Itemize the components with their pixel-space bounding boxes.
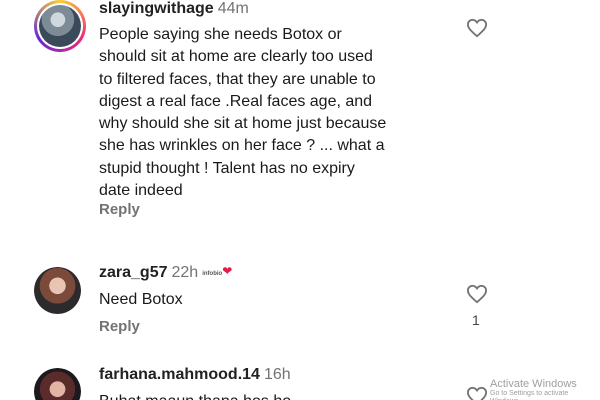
avatar[interactable] <box>34 368 81 400</box>
comment-username[interactable]: farhana.mahmood.14 16h <box>99 366 291 384</box>
heart-outline-icon[interactable] <box>466 386 488 400</box>
heart-outline-icon[interactable] <box>466 284 488 304</box>
comments-thread: slayingwithage 44m People saying she need… <box>0 0 600 400</box>
comment-text: Buhat maaun thapa hos ho <box>99 391 454 400</box>
red-heart-icon: ❤ <box>222 263 233 278</box>
activate-windows-watermark: Activate Windows Go to Settings to activ… <box>490 378 577 400</box>
comment-time: 16h <box>263 366 291 383</box>
profile-badge: infobio❤ <box>202 263 233 278</box>
comment-time: 44m <box>217 0 249 17</box>
reply-button[interactable]: Reply <box>99 318 140 335</box>
reply-button[interactable]: Reply <box>99 201 140 218</box>
comment-text: Need Botox <box>99 291 183 308</box>
avatar[interactable] <box>34 267 81 314</box>
comment-time: 22h <box>171 264 199 281</box>
avatar[interactable] <box>34 0 86 52</box>
comment-username[interactable]: zara_g57 22h infobio❤ <box>99 264 232 282</box>
like-count: 1 <box>472 312 480 328</box>
comment-text: People saying she needs Botox or should … <box>99 26 387 200</box>
comment-username[interactable]: slayingwithage 44m <box>99 0 249 18</box>
heart-outline-icon[interactable] <box>466 18 488 38</box>
